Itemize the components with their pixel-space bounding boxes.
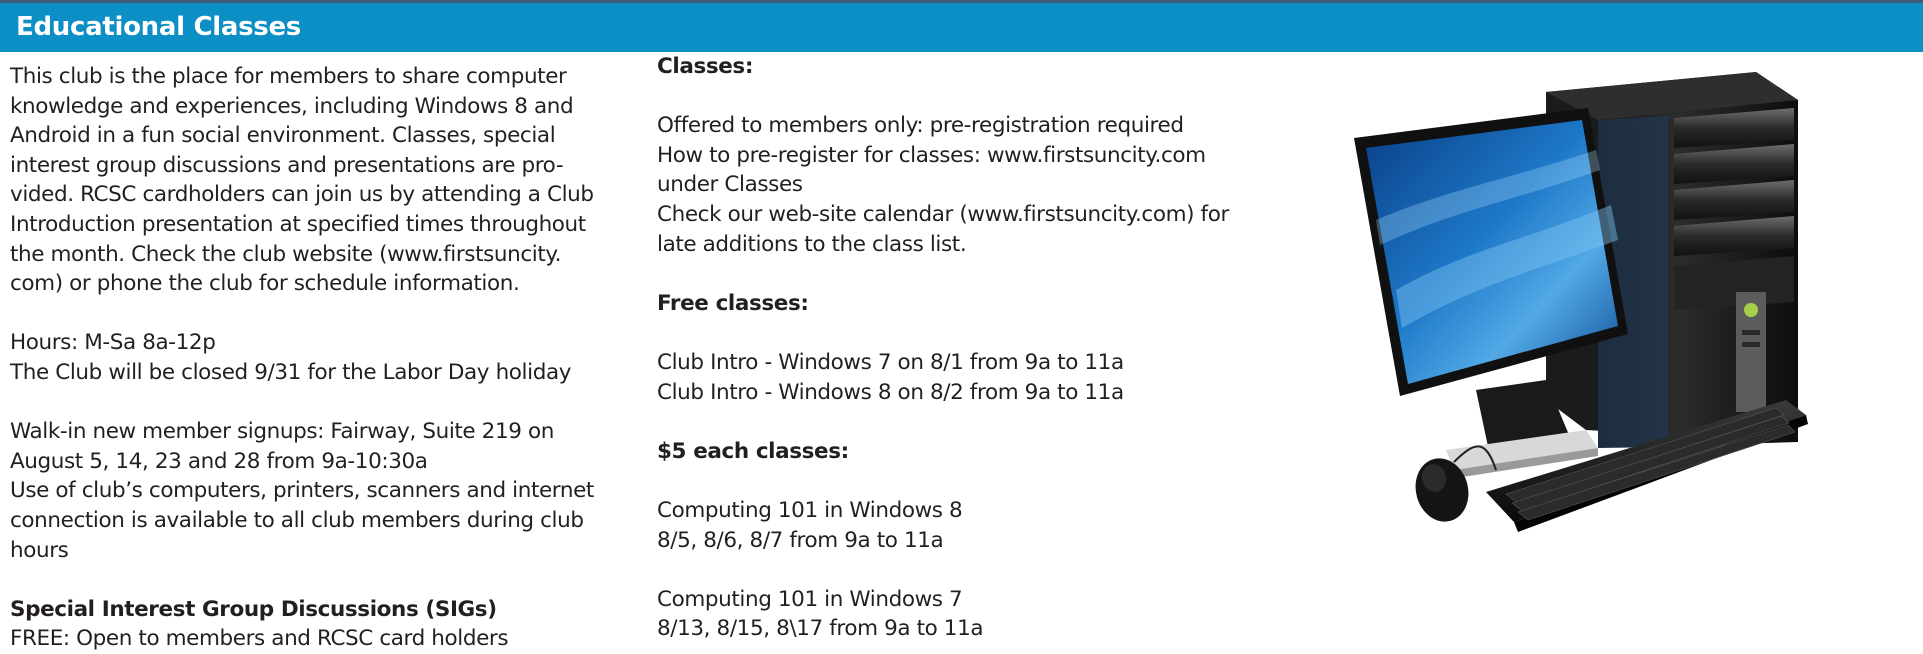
hours-text: Hours: M-Sa 8a-12p <box>10 330 216 356</box>
course-dates: 8/13, 8/15, 8\17 from 9a to 11a <box>657 616 984 642</box>
intro-line: the month. Check the club website (www.f… <box>10 241 562 267</box>
club-info-column: This club is the place for members to sh… <box>10 62 640 654</box>
intro-line: interest group discussions and presentat… <box>10 152 564 178</box>
sig-text: FREE: Open to members and RCSC card hold… <box>10 626 509 652</box>
intro-line: knowledge and experiences, including Win… <box>10 93 574 119</box>
intro-line: This club is the place for members to sh… <box>10 64 567 89</box>
classes-line: How to pre-register for classes: www.fir… <box>657 142 1206 168</box>
desktop-computer-icon <box>1354 72 1808 532</box>
intro-line: Introduction presentation at specified t… <box>10 211 586 237</box>
walkin-line: August 5, 14, 23 and 28 from 9a-10:30a <box>10 448 428 474</box>
free-class-item: Club Intro - Windows 7 on 8/1 from 9a to… <box>657 349 1124 375</box>
intro-line: vided. RCSC cardholders can join us by a… <box>10 182 594 208</box>
walkin-line: Use of club’s computers, printers, scann… <box>10 478 594 504</box>
intro-line: Android in a fun social environment. Cla… <box>10 123 556 149</box>
classes-line: late additions to the class list. <box>657 231 967 257</box>
classes-column: Classes: Offered to members only: pre-re… <box>657 54 1297 644</box>
classes-heading: Classes: <box>657 54 754 79</box>
holiday-closure-text: The Club will be closed 9/31 for the Lab… <box>10 359 572 385</box>
walkin-line: hours <box>10 537 69 563</box>
free-classes-heading: Free classes: <box>657 290 809 316</box>
walkin-line: connection is available to all club memb… <box>10 507 584 533</box>
section-header: Educational Classes <box>0 0 1923 52</box>
classes-line: under Classes <box>657 172 803 198</box>
course-title: Computing 101 in Windows 8 <box>657 497 963 523</box>
classes-line: Check our web-site calendar (www.firstsu… <box>657 201 1229 227</box>
walkin-line: Walk-in new member signups: Fairway, Sui… <box>10 419 554 445</box>
free-class-item: Club Intro - Windows 8 on 8/2 from 9a to… <box>657 379 1124 405</box>
intro-line: com) or phone the club for schedule info… <box>10 271 520 297</box>
paid-classes-heading: $5 each classes: <box>657 438 849 464</box>
course-title: Computing 101 in Windows 7 <box>657 586 963 612</box>
sig-heading: Special Interest Group Discussions (SIGs… <box>10 596 497 622</box>
section-title: Educational Classes <box>16 12 301 42</box>
course-dates: 8/5, 8/6, 8/7 from 9a to 11a <box>657 527 944 553</box>
classes-line: Offered to members only: pre-registratio… <box>657 113 1184 139</box>
